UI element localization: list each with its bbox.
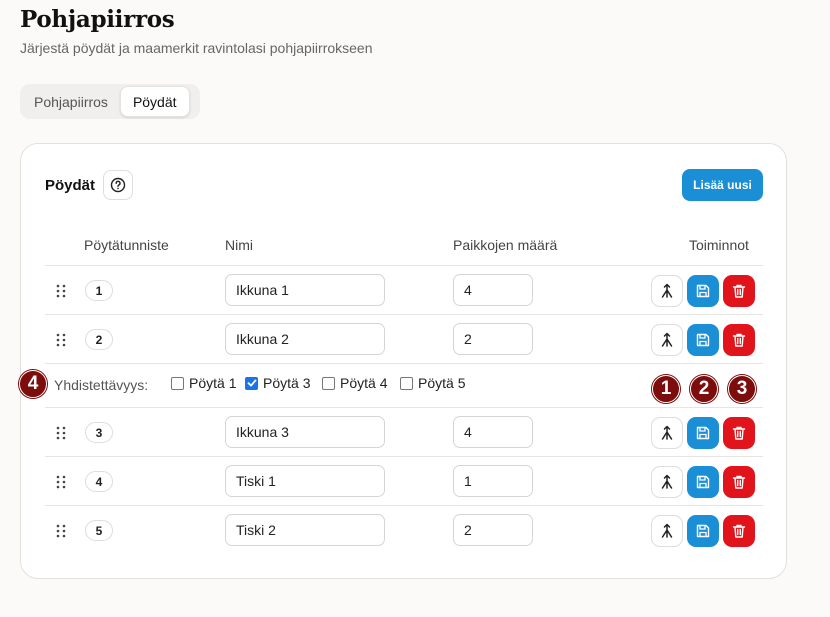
drag-handle-icon[interactable] [55,426,67,440]
trash-icon [732,475,746,489]
tab-bar: Pohjapiirros Pöydät [20,84,200,119]
table-row: 5 Tiski 2 2 [45,506,763,554]
seats-input[interactable]: 1 [453,465,533,497]
delete-button[interactable] [723,275,755,307]
checkbox[interactable] [400,376,413,390]
save-icon [696,284,710,298]
save-button[interactable] [687,324,719,356]
save-icon [696,333,710,347]
save-icon [696,524,710,538]
merge-icon [661,332,673,347]
mergeability-label: Yhdistettävyys: [54,377,149,393]
save-button[interactable] [687,275,719,307]
checkbox-label: Pöytä 4 [340,375,388,391]
seats-input[interactable]: 2 [453,514,533,546]
check-icon [247,379,256,387]
delete-button[interactable] [723,417,755,449]
save-button[interactable] [687,417,719,449]
column-header-id: Pöytätunniste [84,237,169,253]
drag-handle-icon[interactable] [55,524,67,538]
table-row: 4 Tiski 1 1 [45,457,763,505]
page-subtitle: Järjestä pöydät ja maamerkit ravintolasi… [20,40,373,56]
merge-icon [661,425,673,440]
table-row: 3 Ikkuna 3 4 [45,408,763,456]
checkbox-label: Pöytä 5 [418,375,466,391]
seats-input[interactable]: 4 [453,416,533,448]
name-input[interactable]: Tiski 2 [225,514,385,546]
annotation-marker-1: 1 [652,375,680,403]
delete-button[interactable] [723,515,755,547]
save-icon [696,426,710,440]
merge-option-table-1[interactable]: Pöytä 1 [171,375,236,391]
table-id-badge: 5 [85,520,113,541]
column-header-seats: Paikkojen määrä [453,237,558,253]
save-button[interactable] [687,515,719,547]
card-title: Pöydät [45,177,96,194]
name-input[interactable]: Ikkuna 1 [225,274,385,306]
merge-button[interactable] [651,275,683,307]
table-id-badge: 1 [85,280,113,301]
checkbox-label: Pöytä 3 [263,375,311,391]
delete-button[interactable] [723,324,755,356]
merge-button[interactable] [651,515,683,547]
tables-card: Pöydät Lisää uusi Pöytätunniste Nimi Pai… [20,143,787,579]
trash-icon [732,426,746,440]
seats-input[interactable]: 2 [453,323,533,355]
help-circle-icon [110,177,126,193]
merge-option-table-5[interactable]: Pöytä 5 [400,375,465,391]
table-id-badge: 4 [85,471,113,492]
annotation-marker-4: 4 [19,370,47,398]
name-input[interactable]: Ikkuna 2 [225,323,385,355]
checkbox[interactable] [171,376,184,390]
trash-icon [732,284,746,298]
drag-handle-icon[interactable] [55,475,67,489]
drag-handle-icon[interactable] [55,284,67,298]
trash-icon [732,333,746,347]
tab-floorplan[interactable]: Pohjapiirros [22,86,120,117]
seats-input[interactable]: 4 [453,274,533,306]
checkbox-label: Pöytä 1 [189,375,237,391]
save-icon [696,475,710,489]
column-header-actions: Toiminnot [689,237,749,253]
add-new-button[interactable]: Lisää uusi [682,169,763,201]
save-button[interactable] [687,466,719,498]
tab-tables[interactable]: Pöydät [119,86,190,117]
annotation-marker-3: 3 [728,375,756,403]
merge-button[interactable] [651,324,683,356]
table-id-badge: 3 [85,422,113,443]
checkbox[interactable] [322,376,335,390]
merge-option-table-3[interactable]: Pöytä 3 [245,375,310,391]
trash-icon [732,524,746,538]
merge-button[interactable] [651,417,683,449]
page-title: Pohjapiirros [20,6,175,33]
name-input[interactable]: Ikkuna 3 [225,416,385,448]
delete-button[interactable] [723,466,755,498]
checkbox[interactable] [245,376,258,390]
help-button[interactable] [103,170,133,200]
merge-icon [661,283,673,298]
annotation-marker-2: 2 [690,375,718,403]
merge-button[interactable] [651,466,683,498]
drag-handle-icon[interactable] [55,333,67,347]
merge-option-table-4[interactable]: Pöytä 4 [322,375,387,391]
merge-icon [661,523,673,538]
name-input[interactable]: Tiski 1 [225,465,385,497]
merge-icon [661,474,673,489]
table-row: 1 Ikkuna 1 4 [45,266,763,314]
table-row: 2 Ikkuna 2 2 [45,315,763,363]
column-header-name: Nimi [225,237,253,253]
table-id-badge: 2 [85,329,113,350]
